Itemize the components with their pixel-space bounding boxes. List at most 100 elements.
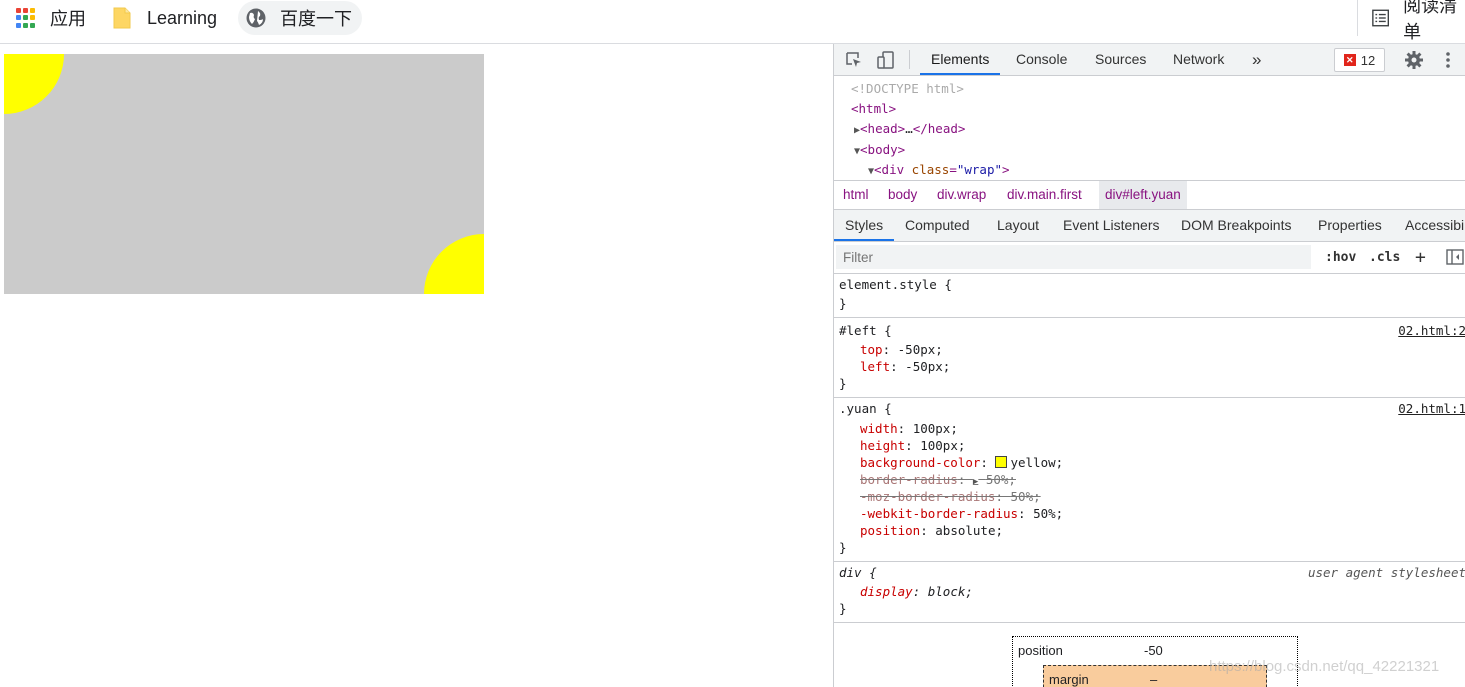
tab-layout[interactable]: Layout [997, 210, 1039, 241]
dom-body-open: <body> [860, 142, 906, 157]
box-position-value[interactable]: -50 [1144, 643, 1163, 658]
prop-name: top [860, 342, 883, 357]
css-property-position[interactable]: position: absolute; [860, 522, 1003, 539]
rule-selector[interactable]: #left { [839, 322, 892, 339]
rule-selector[interactable]: .yuan { [839, 400, 892, 417]
inspect-element-icon[interactable] [844, 50, 864, 70]
bookmark-apps[interactable]: 应用 [16, 0, 86, 36]
rule-element-style: element.style { } [834, 274, 1465, 318]
dom-head-close: </head> [912, 121, 966, 136]
reading-list-button[interactable]: 阅读清单 [1357, 0, 1465, 42]
dom-body[interactable]: ▼<body> [854, 140, 905, 160]
tab-dom-breakpoints[interactable]: DOM Breakpoints [1181, 210, 1291, 241]
wrap-box [4, 54, 484, 294]
tab-console[interactable]: Console [1016, 44, 1067, 75]
css-property-moz-border-radius[interactable]: -moz-border-radius: 50%; [860, 488, 1041, 505]
tab-properties[interactable]: Properties [1318, 210, 1382, 241]
css-property-border-radius[interactable]: border-radius: ▶ 50%; [860, 471, 1016, 488]
bookmark-file-icon [113, 7, 131, 29]
prop-name: border-radius [860, 472, 958, 487]
rule-selector: div { [839, 565, 877, 580]
styles-filter-input[interactable] [836, 245, 1311, 269]
breadcrumb-body[interactable]: body [882, 181, 923, 209]
tab-styles[interactable]: Styles [834, 210, 895, 241]
css-property-top[interactable]: top: -50px; [860, 341, 943, 358]
expand-shorthand-icon[interactable]: ▶ [973, 477, 978, 487]
settings-gear-icon[interactable] [1404, 50, 1424, 70]
breadcrumb-div-wrap[interactable]: div.wrap [931, 181, 992, 209]
rule-source-link[interactable]: 02.html:1 [1398, 400, 1465, 417]
error-icon: ✕ [1343, 54, 1356, 66]
tab-network[interactable]: Network [1173, 44, 1224, 75]
dom-div-open: <div [874, 162, 905, 177]
css-property-background-color[interactable]: background-color: yellow; [860, 454, 1063, 471]
prop-name: display [860, 584, 913, 599]
dom-head-open: <head> [860, 121, 906, 136]
tab-computed[interactable]: Computed [905, 210, 970, 241]
css-property-width[interactable]: width: 100px; [860, 420, 958, 437]
rule-close: } [839, 540, 847, 555]
tab-accessibility[interactable]: Accessibility [1405, 210, 1465, 241]
rule-close: } [839, 296, 847, 311]
prop-name: left [860, 359, 891, 374]
tab-event-listeners[interactable]: Event Listeners [1063, 210, 1160, 241]
css-property-display: display: block; [860, 584, 973, 599]
prop-value: absolute; [935, 523, 1004, 538]
prop-name: width [860, 421, 898, 436]
css-property-webkit-border-radius[interactable]: -webkit-border-radius: 50%; [860, 505, 1063, 522]
prop-name: height [860, 438, 906, 453]
prop-value: 100px; [920, 438, 966, 453]
error-count-badge[interactable]: ✕ 12 [1334, 48, 1385, 72]
breadcrumb-div-left[interactable]: div#left.yuan [1099, 181, 1187, 209]
rule-selector[interactable]: element.style { [839, 276, 952, 293]
rule-source-link[interactable]: 02.html:2 [1398, 322, 1465, 339]
prop-name: position [860, 523, 921, 538]
color-swatch-icon[interactable] [995, 456, 1008, 468]
tab-elements[interactable]: Elements [920, 44, 1001, 75]
prop-name: -moz-border-radius [860, 489, 996, 504]
rule-close: } [839, 376, 847, 391]
css-property-height[interactable]: height: 100px; [860, 437, 965, 454]
more-options-icon[interactable] [1438, 50, 1458, 70]
prop-value: 50%; [985, 472, 1016, 487]
css-property-left[interactable]: left: -50px; [860, 358, 950, 375]
error-count: 12 [1360, 52, 1376, 68]
more-tabs-icon[interactable]: » [1252, 44, 1261, 75]
breadcrumb-html[interactable]: html [837, 181, 875, 209]
prop-value: 100px; [912, 421, 958, 436]
toggle-sidebar-icon[interactable] [1446, 249, 1464, 265]
devtools-panel: Elements Console Sources Network » ✕ 12 … [833, 44, 1465, 687]
yellow-circle-right [424, 234, 484, 294]
toolbar-separator [909, 50, 910, 69]
dom-head[interactable]: ▶<head>…</head> [854, 119, 965, 139]
dom-div-end: > [1002, 162, 1010, 177]
prop-value: -50px; [905, 359, 951, 374]
new-style-rule-button[interactable]: + [1415, 242, 1426, 273]
bookmark-baidu[interactable]: 百度一下 [238, 1, 362, 35]
rule-source-ua: user agent stylesheet [1307, 565, 1465, 580]
dom-tree: <!DOCTYPE html> <html> ▶<head>…</head> ▼… [834, 76, 1465, 180]
breadcrumb-div-main[interactable]: div.main.first [1001, 181, 1088, 209]
rule-div-user-agent: div { user agent stylesheet display: blo… [834, 562, 1465, 623]
globe-icon [246, 8, 266, 28]
prop-value: yellow; [1010, 455, 1064, 470]
bookmark-apps-label: 应用 [50, 9, 86, 29]
reading-list-icon [1372, 9, 1390, 27]
dom-html[interactable]: <html> [851, 99, 896, 119]
rule-close: } [839, 601, 847, 616]
dom-div-val: "wrap" [956, 162, 1002, 177]
prop-name: background-color [860, 455, 981, 470]
tab-sources[interactable]: Sources [1095, 44, 1146, 75]
cls-toggle[interactable]: .cls [1369, 242, 1400, 273]
hov-toggle[interactable]: :hov [1325, 242, 1356, 273]
device-toolbar-icon[interactable] [876, 50, 896, 70]
box-margin-value[interactable]: – [1150, 672, 1157, 687]
rule-yuan: .yuan { 02.html:1 width: 100px; height: … [834, 398, 1465, 562]
bookmark-learning[interactable]: Learning [113, 0, 217, 36]
bookmark-baidu-label: 百度一下 [280, 9, 352, 29]
dom-div-wrap[interactable]: ▼<div class="wrap"> [868, 160, 1010, 180]
dom-doctype[interactable]: <!DOCTYPE html> [851, 79, 964, 99]
dom-head-ellipsis: … [905, 121, 913, 136]
prop-value: 50%; [1010, 489, 1041, 504]
box-position-label: position [1018, 643, 1063, 658]
